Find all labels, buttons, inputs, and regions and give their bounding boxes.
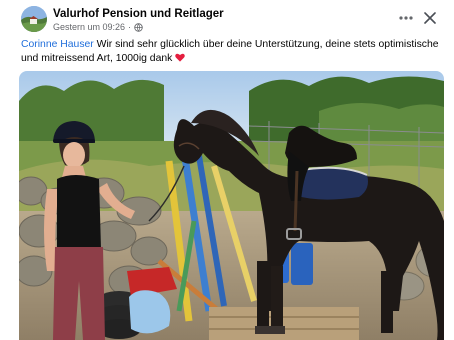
post-meta: Gestern um 09:26 · <box>53 22 143 32</box>
page-name[interactable]: Valurhof Pension und Reitlager <box>53 8 224 20</box>
close-icon <box>424 12 436 24</box>
red-heart-icon <box>175 53 185 62</box>
close-button[interactable] <box>419 7 441 29</box>
mentioned-user-link[interactable]: Corinne Hauser <box>21 39 94 50</box>
avatar-image <box>21 6 47 32</box>
more-options-icon <box>399 16 413 20</box>
post-caption: Corinne Hauser Wir sind sehr glücklich ü… <box>21 38 441 65</box>
more-options-button[interactable] <box>394 8 418 28</box>
post-photo[interactable] <box>19 71 444 340</box>
page-avatar[interactable] <box>21 6 47 32</box>
post-timestamp[interactable]: Gestern um 09:26 <box>53 22 125 32</box>
meta-separator: · <box>128 22 132 32</box>
photo-image <box>19 71 444 340</box>
facebook-post: Valurhof Pension und Reitlager Gestern u… <box>0 0 454 340</box>
globe-icon[interactable] <box>134 22 143 32</box>
post-header: Valurhof Pension und Reitlager Gestern u… <box>0 0 454 36</box>
